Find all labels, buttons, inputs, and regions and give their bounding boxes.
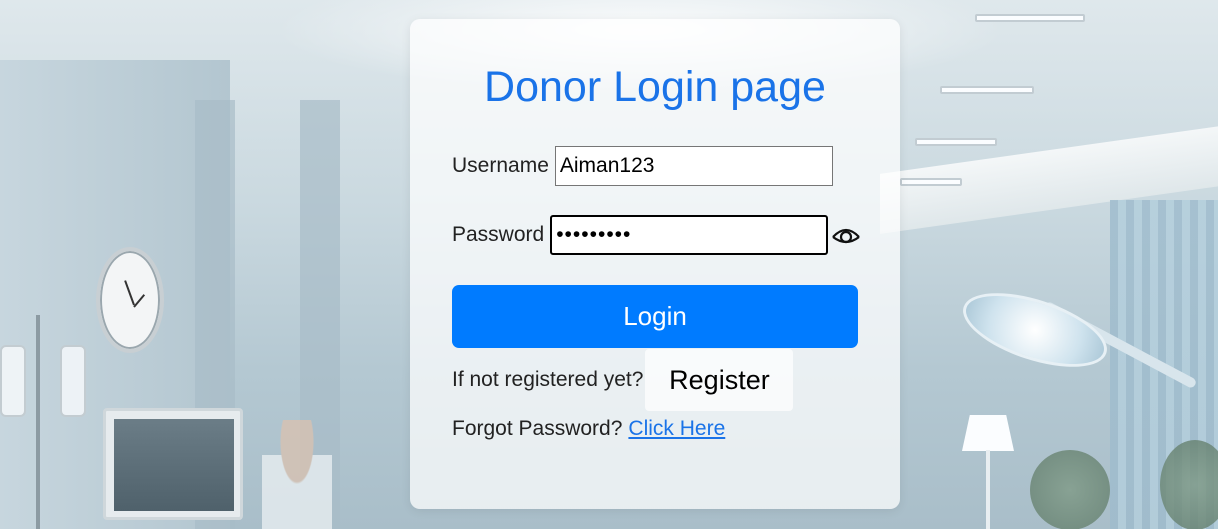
password-field — [550, 215, 861, 255]
floor-lamp-image — [962, 415, 1014, 451]
page-title: Donor Login page — [484, 63, 826, 111]
login-button[interactable]: Login — [452, 285, 858, 348]
username-label: Username — [452, 154, 549, 177]
plant-image — [1030, 450, 1110, 529]
password-label: Password — [452, 223, 545, 246]
eye-icon[interactable] — [831, 220, 861, 250]
monitor-image — [103, 408, 243, 520]
ceiling-light — [975, 14, 1085, 22]
password-row: Password — [452, 215, 861, 255]
register-prompt: If not registered yet? — [452, 368, 644, 391]
plant-image — [1160, 440, 1218, 529]
register-row: If not registered yet? Register — [452, 349, 794, 411]
register-button[interactable]: Register — [645, 349, 794, 411]
iv-bag-image — [0, 345, 26, 417]
forgot-prompt: Forgot Password? — [452, 417, 623, 440]
iv-bag-image — [60, 345, 86, 417]
wall-clock-image — [96, 247, 164, 353]
password-input[interactable] — [552, 217, 832, 253]
ceiling-light — [940, 86, 1034, 94]
surgical-lamp-image — [954, 278, 1116, 382]
ceiling-light — [915, 138, 997, 146]
login-card: Donor Login page Username Password Login… — [410, 19, 900, 509]
forgot-row: Forgot Password? Click Here — [452, 417, 725, 441]
username-row: Username — [452, 146, 833, 186]
iv-pole-image — [36, 315, 40, 529]
ceiling-light — [900, 178, 962, 186]
username-input[interactable] — [554, 146, 833, 186]
floor-lamp-pole — [986, 450, 990, 529]
person-image — [262, 420, 332, 529]
forgot-password-link[interactable]: Click Here — [628, 417, 725, 441]
